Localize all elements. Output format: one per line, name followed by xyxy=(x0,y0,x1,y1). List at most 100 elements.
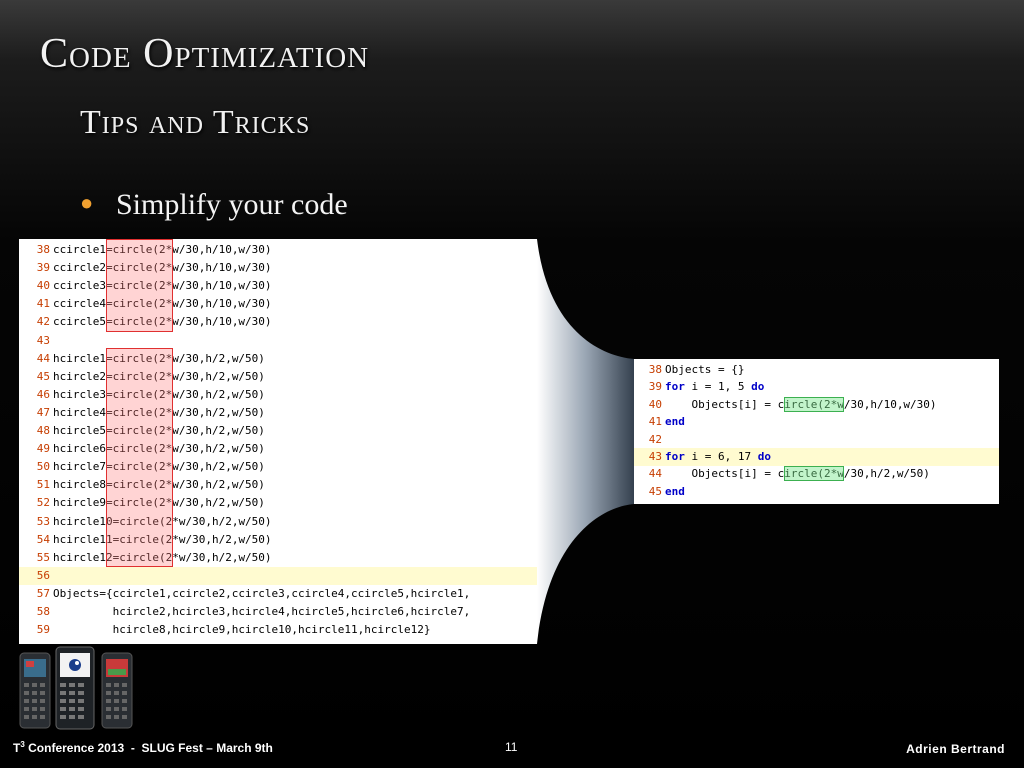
code-text: hcircle xyxy=(53,478,100,492)
code-line: 56 xyxy=(19,566,537,585)
line-number: 59 xyxy=(36,623,50,637)
code-text: hcircle xyxy=(53,496,100,510)
code-line: 39 ccircle2=circle(2*w/30,h/10,w/30) xyxy=(19,259,537,277)
code-line: 41 ccircle4=circle(2*w/30,h/10,w/30) xyxy=(19,295,537,313)
code-line: 42 xyxy=(634,431,999,449)
code-text: (2*w/30,h/2,w/50) xyxy=(158,550,272,564)
line-number: 39 xyxy=(648,380,662,394)
code-text: (2*w/30,h/2,w/50) xyxy=(158,532,272,546)
code-line: 45 end xyxy=(634,483,999,501)
code-text: ccircle xyxy=(53,315,100,329)
code-text: hcircle8,hcircle9,hcircle10,hcircle11,hc… xyxy=(53,623,431,637)
line-number: 54 xyxy=(36,532,50,546)
line-number: 40 xyxy=(36,279,50,293)
line-number: 46 xyxy=(36,387,50,401)
line-number: 58 xyxy=(36,605,50,618)
line-number: 42 xyxy=(648,432,662,446)
code-line: 59 hcircle8,hcircle9,hcircle10,hcircle11… xyxy=(19,621,537,639)
line-number: 41 xyxy=(36,297,50,311)
line-number: 38 xyxy=(648,363,662,376)
code-line: 49 hcircle6=circle(2*w/30,h/2,w/50) xyxy=(19,440,537,458)
function-call-highlight xyxy=(784,466,844,482)
line-number: 49 xyxy=(36,442,50,456)
line-number: 39 xyxy=(36,261,50,275)
line-number: 44 xyxy=(648,467,662,481)
line-number: 50 xyxy=(36,460,50,474)
code-text: hcircle2,hcircle3,hcircle4,hcircle5,hcir… xyxy=(53,605,471,618)
code-line: 50 hcircle7=circle(2*w/30,h/2,w/50) xyxy=(19,458,537,476)
code-keyword: end xyxy=(665,484,685,498)
line-number: 55 xyxy=(36,550,50,564)
calculator-images-icon xyxy=(19,646,133,730)
code-text: hcircle xyxy=(53,532,100,546)
code-line: 38 ccircle1=circle(2*w/30,h/10,w/30) xyxy=(19,241,537,259)
code-line: 53 hcircle10=circle(2*w/30,h/2,w/50) xyxy=(19,513,537,531)
code-keyword: end xyxy=(665,415,685,429)
line-number: 52 xyxy=(36,496,50,510)
footer-conf-rest: Conference 2013 - SLUG Fest – March 9th xyxy=(24,741,273,755)
code-text: hcircle xyxy=(53,550,100,564)
code-line: 44 hcircle1=circle(2*w/30,h/2,w/50) xyxy=(19,350,537,368)
code-line: 54 hcircle11=circle(2*w/30,h/2,w/50) xyxy=(19,531,537,549)
code-text: ccircle xyxy=(53,279,100,293)
code-line: 55 hcircle12=circle(2*w/30,h/2,w/50) xyxy=(19,549,537,567)
code-line: 46 hcircle3=circle(2*w/30,h/2,w/50) xyxy=(19,386,537,404)
code-line: 38 Objects = {} xyxy=(634,361,999,379)
line-number: 44 xyxy=(36,351,50,365)
code-line: 41 end xyxy=(634,413,999,431)
code-line: 57 Objects={ccircle1,ccircle2,ccircle3,cc… xyxy=(19,585,537,603)
code-text: hcircle xyxy=(53,387,100,401)
code-line: 47 hcircle4=circle(2*w/30,h/2,w/50) xyxy=(19,404,537,422)
repeated-code-highlight xyxy=(106,347,173,567)
line-number: 47 xyxy=(36,405,50,419)
code-text: i = 6, 17 xyxy=(684,450,758,463)
code-text: (2*w/30,h/2,w/50) xyxy=(158,514,272,528)
code-text: hcircle xyxy=(53,514,100,528)
code-line: 52 hcircle9=circle(2*w/30,h/2,w/50) xyxy=(19,494,537,512)
code-text: Objects[i] = xyxy=(665,467,778,481)
line-number: 53 xyxy=(36,514,50,528)
code-keyword: for xyxy=(665,450,685,463)
code-text: ccircle xyxy=(53,297,100,311)
code-text: Objects = {} xyxy=(665,363,745,376)
footer-author: Adrien Bertrand xyxy=(906,742,1005,756)
code-keyword: do xyxy=(757,450,771,463)
code-text: ccircle xyxy=(53,261,100,275)
code-line: 39 for i = 1, 5 do xyxy=(634,378,999,396)
code-text: ccircle xyxy=(53,243,100,256)
code-text: Objects[i] = xyxy=(665,397,778,411)
code-line: 43 xyxy=(19,332,537,350)
code-line: 40 ccircle3=circle(2*w/30,h/10,w/30) xyxy=(19,277,537,295)
code-keyword: for xyxy=(665,380,685,394)
code-line: 42 ccircle5=circle(2*w/30,h/10,w/30) xyxy=(19,313,537,331)
code-text: hcircle xyxy=(53,351,100,365)
line-number: 38 xyxy=(36,243,50,256)
code-text: i = 1, 5 xyxy=(684,380,752,394)
line-number: 42 xyxy=(36,315,50,329)
line-number: 48 xyxy=(36,424,50,437)
line-number: 51 xyxy=(36,478,50,492)
code-text: Objects={ccircle1,ccircle2,ccircle3,ccir… xyxy=(53,586,471,600)
code-line: 45 hcircle2=circle(2*w/30,h/2,w/50) xyxy=(19,368,537,386)
line-number: 43 xyxy=(36,333,50,347)
line-number: 40 xyxy=(648,397,662,411)
repeated-code-highlight xyxy=(106,239,173,332)
line-number: 45 xyxy=(648,484,662,498)
line-number: 43 xyxy=(648,450,662,463)
original-code-panel: 38 ccircle1=circle(2*w/30,h/10,w/30) 39 cci… xyxy=(19,239,537,644)
page-number: 11 xyxy=(505,740,518,754)
code-line: 58 hcircle2,hcircle3,hcircle4,hcircle5,h… xyxy=(19,603,537,621)
line-number: 57 xyxy=(36,586,50,600)
code-keyword: do xyxy=(751,380,765,394)
function-call-highlight xyxy=(784,396,844,412)
code-text: hcircle xyxy=(53,424,100,437)
code-text: hcircle xyxy=(53,405,100,419)
code-line: 43 for i = 6, 17 do xyxy=(634,448,999,466)
line-number: 56 xyxy=(36,568,50,582)
footer-conference: T3 Conference 2013 - SLUG Fest – March 9… xyxy=(13,740,273,755)
code-text: hcircle xyxy=(53,442,100,456)
code-line: 51 hcircle8=circle(2*w/30,h/2,w/50) xyxy=(19,476,537,494)
line-number: 41 xyxy=(648,415,662,429)
code-text: hcircle xyxy=(53,369,100,383)
code-text: hcircle xyxy=(53,460,100,474)
